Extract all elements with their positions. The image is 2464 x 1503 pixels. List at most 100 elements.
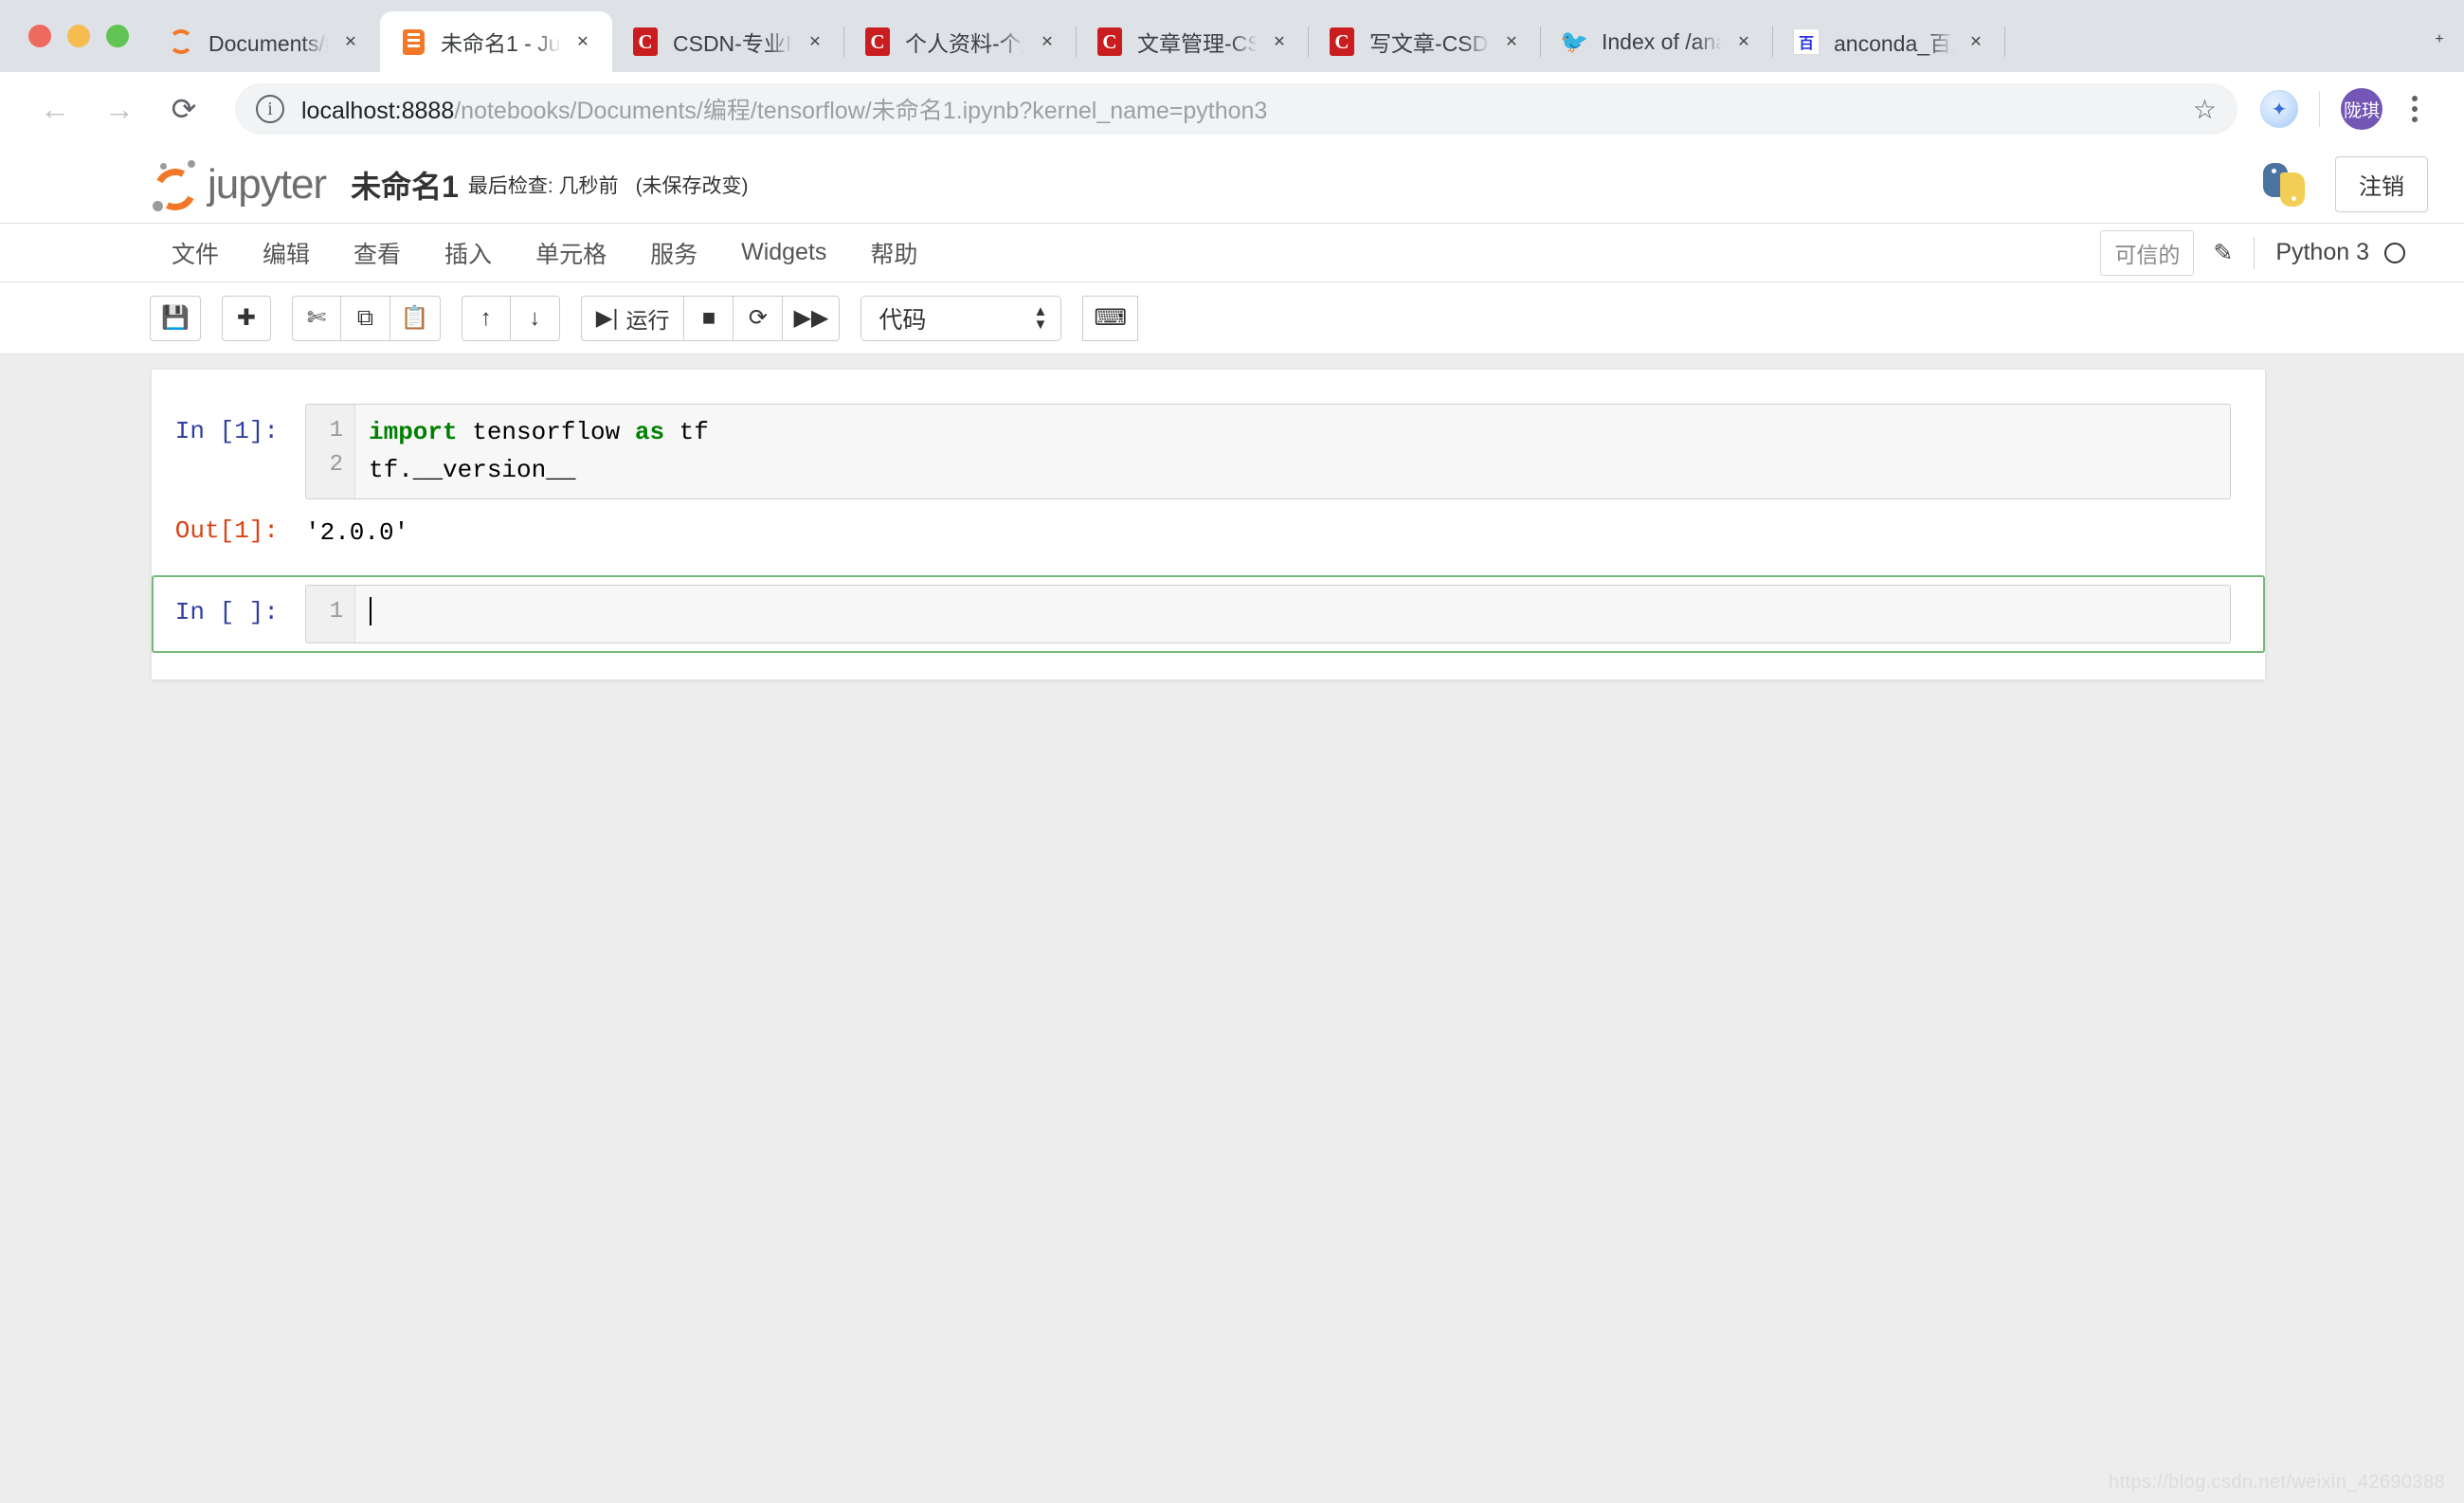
line-number-gutter: 12: [306, 405, 355, 498]
close-tab-button[interactable]: ✕: [1728, 26, 1760, 58]
close-tab-button[interactable]: ✕: [1960, 26, 1992, 58]
browser-tab[interactable]: Documents/编程✕: [148, 11, 380, 72]
forward-button[interactable]: →: [93, 82, 146, 136]
move-cell-up-button[interactable]: ↑: [462, 296, 511, 341]
menu-item-服务[interactable]: 服务: [628, 224, 719, 281]
jupyter-page: jupyter 未命名1 最后检查: 几秒前 (未保存改变) 注销 文件编辑查看…: [0, 146, 2464, 1503]
kernel-name-label[interactable]: Python 3: [2275, 239, 2369, 266]
csdn-icon: C: [863, 27, 892, 56]
browser-tab-strip: Documents/编程✕未命名1 - Jupyter Notebook✕CCS…: [0, 0, 2464, 72]
menu-item-Widgets[interactable]: Widgets: [719, 224, 848, 281]
code-text: tensorflow: [458, 418, 635, 446]
new-tab-button[interactable]: +: [2415, 15, 2464, 64]
toolbar-group: ✚: [222, 296, 271, 341]
code-text: tf.__version__: [369, 456, 575, 484]
python-logo-icon: [2259, 160, 2309, 209]
site-info-icon[interactable]: i: [256, 95, 284, 123]
browser-tab[interactable]: C 个人资料-个人中心✕: [844, 11, 1077, 72]
save-button[interactable]: 💾: [150, 296, 201, 341]
copy-cell-button[interactable]: ⧉: [341, 296, 390, 341]
menu-item-文件[interactable]: 文件: [150, 224, 241, 281]
browser-tab-title: Documents/编程: [208, 26, 329, 58]
cell-input-area[interactable]: 12import tensorflow as tftf.__version__: [305, 404, 2231, 499]
menu-item-插入[interactable]: 插入: [423, 224, 514, 281]
insert-cell-below-button[interactable]: ✚: [222, 296, 271, 341]
pencil-icon: ✎: [2213, 239, 2233, 267]
toolbar-button-icon: ✚: [237, 304, 256, 332]
toolbar-button-icon: ↓: [529, 305, 540, 332]
close-tab-button[interactable]: ✕: [1263, 26, 1295, 58]
close-window-button[interactable]: [28, 25, 51, 47]
interrupt-kernel-button[interactable]: ■: [684, 296, 734, 341]
back-button[interactable]: ←: [28, 82, 82, 136]
cell-input-prompt: In [1]:: [163, 404, 305, 499]
cell-spacer: [152, 554, 2265, 575]
maximize-window-button[interactable]: [106, 25, 129, 47]
browser-tab[interactable]: C写文章-CSDN博客✕: [1309, 11, 1541, 72]
toolbar-group: 💾: [150, 296, 201, 341]
browser-tab[interactable]: CCSDN-专业IT技术社区✕: [612, 11, 844, 72]
notebook-cell[interactable]: In [ ]:1: [152, 575, 2265, 653]
notebook-cell[interactable]: In [1]:12import tensorflow as tftf.__ver…: [152, 394, 2265, 509]
cell-code-editor[interactable]: import tensorflow as tftf.__version__: [355, 405, 2230, 498]
browser-tab[interactable]: 百anconda_百度搜索✕: [1773, 11, 2005, 72]
menu-item-查看[interactable]: 查看: [332, 224, 423, 281]
bird-icon: 🐦: [1560, 27, 1588, 56]
cell-type-value: 代码: [879, 301, 926, 335]
close-tab-button[interactable]: ✕: [799, 26, 831, 58]
browser-tab[interactable]: C文章管理-CSDN博客✕: [1077, 11, 1309, 72]
reload-button[interactable]: ⟳: [157, 82, 210, 136]
cell-type-dropdown[interactable]: 代码 ▲▼: [861, 296, 1061, 341]
jupyter-header-right: 注销: [2259, 156, 2428, 212]
line-number-gutter: 1: [306, 586, 355, 643]
jupyter-logo-icon: [150, 159, 201, 210]
jupyter-logo[interactable]: jupyter: [150, 159, 326, 210]
menu-item-帮助[interactable]: 帮助: [848, 224, 939, 281]
notebook-name[interactable]: 未命名1: [351, 163, 459, 207]
cut-cell-button[interactable]: ✄: [292, 296, 341, 341]
cell-input-area[interactable]: 1: [305, 585, 2231, 643]
extension-icon[interactable]: ✦: [2260, 90, 2298, 128]
close-tab-button[interactable]: ✕: [1031, 26, 1063, 58]
close-tab-button[interactable]: ✕: [567, 26, 599, 58]
cell-output-text: '2.0.0': [305, 516, 2231, 547]
kernel-status-indicator: [2384, 243, 2405, 263]
cell-code-editor[interactable]: [355, 586, 2230, 643]
browser-tab-title: CSDN-专业IT技术社区: [673, 26, 793, 58]
profile-avatar[interactable]: 陇琪: [2341, 88, 2382, 130]
browser-tab-title: 未命名1 - Jupyter Notebook: [441, 26, 561, 58]
address-bar[interactable]: i localhost:8888/notebooks/Documents/编程/…: [235, 83, 2238, 135]
logout-button[interactable]: 注销: [2335, 156, 2428, 212]
bookmark-star-icon[interactable]: ☆: [2174, 94, 2217, 125]
restart-and-run-all-button[interactable]: ▶▶: [783, 296, 840, 341]
close-tab-button[interactable]: ✕: [1495, 26, 1528, 58]
jupyter-book-icon: [399, 27, 427, 56]
csdn-icon: C: [1328, 27, 1356, 56]
toolbar-divider: [2319, 91, 2320, 127]
close-tab-button[interactable]: ✕: [335, 26, 367, 58]
browser-tab[interactable]: 未命名1 - Jupyter Notebook✕: [380, 11, 612, 72]
menu-item-单元格[interactable]: 单元格: [514, 224, 628, 281]
trusted-badge[interactable]: 可信的: [2100, 230, 2194, 276]
run-cell-button[interactable]: ▶|运行: [581, 296, 685, 341]
browser-tab[interactable]: 🐦 Index of /anaconda/✕: [1541, 11, 1773, 72]
toolbar-group: ↑↓: [462, 296, 560, 341]
restart-kernel-button[interactable]: ⟳: [734, 296, 783, 341]
toolbar-button-icon: ▶▶: [793, 304, 828, 332]
browser-menu-icon[interactable]: [2394, 88, 2436, 130]
jupyter-menu-bar-right: 可信的 ✎ Python 3: [2100, 224, 2464, 281]
paste-cell-button[interactable]: 📋: [390, 296, 441, 341]
menu-item-编辑[interactable]: 编辑: [241, 224, 332, 281]
notebook-container: In [1]:12import tensorflow as tftf.__ver…: [152, 370, 2265, 679]
toolbar-button-icon: ↑: [480, 305, 492, 332]
browser-tab-title: Index of /anaconda/: [1602, 29, 1722, 55]
toolbar-button-icon: ▶|: [596, 305, 619, 331]
minimize-window-button[interactable]: [67, 25, 90, 47]
keyboard-shortcuts-button[interactable]: ⌨: [1082, 296, 1138, 341]
url-text: localhost:8888/notebooks/Documents/编程/te…: [301, 92, 1267, 126]
browser-tab-title: 个人资料-个人中心: [905, 26, 1025, 58]
browser-tab-title: 文章管理-CSDN博客: [1137, 26, 1258, 58]
text-cursor: [370, 597, 371, 625]
move-cell-down-button[interactable]: ↓: [511, 296, 560, 341]
notebook-scroll-area: In [1]:12import tensorflow as tftf.__ver…: [0, 354, 2464, 1503]
